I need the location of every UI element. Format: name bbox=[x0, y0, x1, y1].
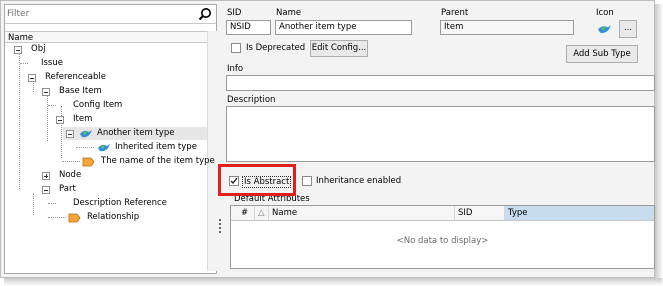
tree-node-label: Obj bbox=[31, 44, 46, 54]
name-field[interactable]: Another item type bbox=[275, 20, 412, 35]
tree-connector bbox=[76, 147, 94, 148]
is-abstract-highlight bbox=[218, 164, 296, 196]
description-field[interactable] bbox=[226, 106, 655, 162]
tree-node-config-item[interactable]: Config Item bbox=[9, 99, 209, 112]
tree-node-inherited-item-type[interactable]: Inherited item type bbox=[9, 141, 209, 154]
tree-node-item[interactable]: Item bbox=[9, 113, 209, 126]
tree-node-label: Part bbox=[59, 184, 76, 194]
tree-node-description-reference[interactable]: Description Reference bbox=[9, 197, 209, 210]
tree-node-another-item-type[interactable]: Another item type bbox=[63, 127, 207, 140]
choose-icon-button[interactable]: ... bbox=[619, 20, 637, 38]
icon-label: Icon bbox=[596, 8, 614, 18]
tree-connector bbox=[48, 203, 56, 204]
tree-connector bbox=[20, 63, 28, 64]
tree-node-obj[interactable]: Obj bbox=[9, 43, 209, 56]
description-label: Description bbox=[227, 95, 276, 105]
default-attributes-grid[interactable]: # △ Name SID Type <No data to display> bbox=[230, 205, 655, 269]
is-deprecated-label: Is Deprecated bbox=[246, 43, 306, 53]
search-icon[interactable] bbox=[198, 7, 212, 21]
grid-column-number[interactable]: # bbox=[231, 206, 255, 220]
add-sub-type-button[interactable]: Add Sub Type bbox=[566, 45, 638, 63]
filter-input[interactable] bbox=[7, 6, 187, 21]
grid-header: # △ Name SID Type bbox=[231, 206, 654, 221]
collapse-icon[interactable] bbox=[14, 46, 22, 54]
inheritance-enabled-checkbox[interactable] bbox=[302, 176, 312, 186]
bird-icon bbox=[598, 25, 611, 33]
tree-column-header[interactable]: Name bbox=[5, 31, 207, 43]
info-field[interactable] bbox=[226, 75, 655, 91]
collapse-icon[interactable] bbox=[66, 130, 74, 138]
tag-icon bbox=[82, 157, 95, 167]
grid-column-type[interactable]: Type bbox=[505, 206, 654, 220]
panel-splitter[interactable] bbox=[219, 219, 221, 233]
type-tree-panel: Name Obj Issue Referenceable Base Item C… bbox=[4, 4, 217, 274]
tree-node-label: Referenceable bbox=[45, 72, 106, 82]
tree-node-label: Relationship bbox=[87, 212, 140, 222]
inheritance-enabled-label: Inheritance enabled bbox=[316, 176, 402, 186]
tree-node-label: Another item type bbox=[97, 128, 175, 138]
tree-node-label: Base Item bbox=[59, 86, 102, 96]
tree-node-issue[interactable]: Issue bbox=[9, 57, 209, 70]
bird-icon bbox=[80, 130, 92, 138]
is-deprecated-checkbox[interactable] bbox=[231, 43, 241, 53]
grid-column-name[interactable]: Name bbox=[269, 206, 455, 220]
collapse-icon[interactable] bbox=[42, 88, 50, 96]
tree-connector bbox=[62, 161, 80, 162]
tree-node-part[interactable]: Part bbox=[9, 183, 209, 196]
tree-node-referenceable[interactable]: Referenceable bbox=[9, 71, 209, 84]
tree-node-label: Inherited item type bbox=[115, 142, 197, 152]
tree-connector bbox=[48, 105, 56, 106]
tree-connector bbox=[48, 217, 66, 218]
tree-node-label: Issue bbox=[41, 58, 63, 68]
tree-node-label: Config Item bbox=[73, 100, 123, 110]
tag-icon bbox=[68, 213, 81, 223]
tree-node-relationship[interactable]: Relationship bbox=[9, 211, 209, 224]
window-shadow-bottom bbox=[4, 278, 662, 286]
parent-label: Parent bbox=[441, 8, 469, 18]
tree-node-label: Description Reference bbox=[73, 198, 167, 208]
collapse-icon[interactable] bbox=[28, 74, 36, 82]
collapse-icon[interactable] bbox=[42, 186, 50, 194]
collapse-icon[interactable] bbox=[56, 116, 64, 124]
sid-label: SID bbox=[227, 8, 242, 18]
tree-node-node[interactable]: Node bbox=[9, 169, 209, 182]
tree-node-label: Item bbox=[73, 114, 93, 124]
sort-icon[interactable]: △ bbox=[255, 206, 269, 220]
tree-node-base-item[interactable]: Base Item bbox=[9, 85, 209, 98]
grid-column-sid[interactable]: SID bbox=[455, 206, 505, 220]
bird-icon bbox=[98, 144, 110, 152]
window-shadow-right bbox=[655, 4, 663, 284]
edit-config-button[interactable]: Edit Config... bbox=[310, 40, 368, 57]
name-label: Name bbox=[276, 8, 302, 18]
filter-bar bbox=[5, 5, 216, 24]
info-label: Info bbox=[227, 64, 244, 74]
expand-icon[interactable] bbox=[42, 172, 50, 180]
grid-empty-message: <No data to display> bbox=[396, 236, 489, 246]
tree-node-the-name-of-the-item-type[interactable]: The name of the item type bbox=[9, 155, 215, 168]
sid-field[interactable]: NSID bbox=[226, 20, 271, 35]
tree-node-label: Node bbox=[59, 170, 82, 180]
tree-node-label: The name of the item type bbox=[101, 156, 215, 166]
parent-field[interactable]: Item bbox=[440, 20, 574, 35]
